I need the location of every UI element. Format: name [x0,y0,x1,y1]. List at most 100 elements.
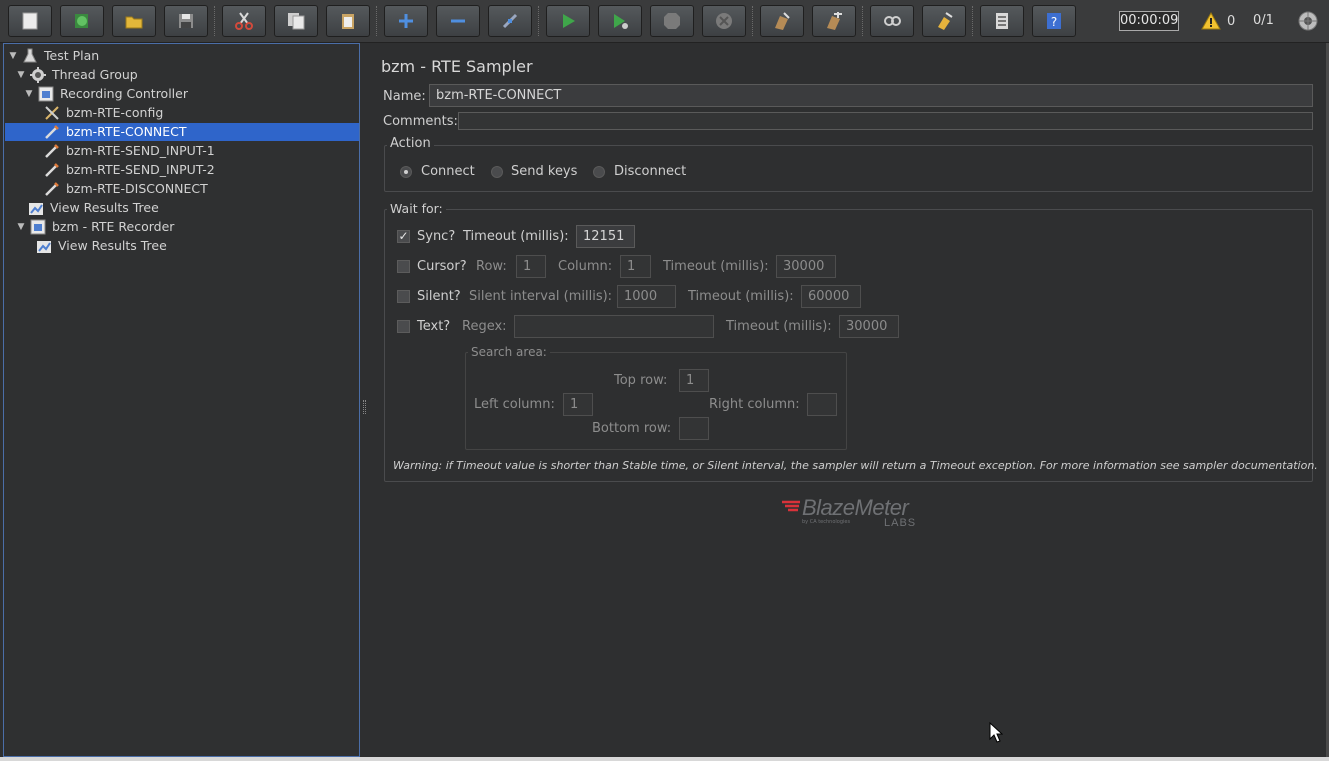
text-timeout-label: Timeout (millis): [726,319,832,334]
left-column-field[interactable]: 1 [563,393,593,416]
tree-node-view-results-tree[interactable]: View Results Tree [28,198,159,217]
toggle-button[interactable] [488,5,532,37]
send-keys-radio[interactable] [491,166,503,178]
tree-node-label: Thread Group [52,67,138,82]
name-field[interactable]: bzm-RTE-CONNECT [429,84,1313,107]
save-button[interactable] [164,5,208,37]
toolbar-separator [538,6,540,36]
silent-checkbox[interactable] [397,290,410,303]
top-row-field[interactable]: 1 [679,369,709,392]
sync-timeout-field[interactable]: 12151 [576,225,635,248]
tree-node-label: bzm-RTE-SEND_INPUT-1 [66,143,215,158]
copy-button[interactable] [274,5,318,37]
comments-field[interactable] [458,112,1313,130]
logo-sub-text: by CA technologies [802,519,851,525]
expand-icon [399,14,413,28]
reset-search-button[interactable] [922,5,966,37]
text-checkbox[interactable] [397,320,410,333]
elapsed-timer: 00:00:09 [1119,11,1179,31]
silent-timeout-label: Timeout (millis): [688,289,794,304]
warning-count: 0 [1227,13,1236,29]
sampler-pipette-icon [45,181,59,196]
templates-icon [75,14,88,28]
silent-interval-field[interactable]: 1000 [617,285,676,308]
templates-button[interactable] [60,5,104,37]
tree-node-test-plan[interactable]: ▼ Test Plan [8,46,99,65]
paste-icon [342,14,354,29]
cursor-timeout-field[interactable]: 30000 [776,255,836,278]
remote-globe-icon[interactable] [1297,10,1319,32]
tree-node-rte-config[interactable]: bzm-RTE-config [44,103,163,122]
copy-icon [288,13,305,30]
jmeter-window: ? 00:00:09 0 0/1 ▼ Test Plan ▼ Thread Gr… [0,0,1329,761]
search-button[interactable] [870,5,914,37]
tree-node-recording-controller[interactable]: ▼ Recording Controller [24,84,188,103]
connect-radio-label[interactable]: Connect [421,164,475,179]
tree-node-label: Recording Controller [60,86,188,101]
tree-node-view-results-tree-2[interactable]: View Results Tree [36,236,167,255]
collapse-toggle-icon[interactable]: ▼ [16,222,26,232]
expand-button[interactable] [384,5,428,37]
regex-label: Regex: [462,319,507,334]
disconnect-radio[interactable] [593,166,605,178]
tree-node-rte-send-input-1[interactable]: bzm-RTE-SEND_INPUT-1 [44,141,215,160]
tree-node-label: bzm - RTE Recorder [52,219,175,234]
silent-label[interactable]: Silent? [417,289,461,304]
bottom-row-field[interactable] [679,417,709,440]
controller-icon [38,86,54,101]
paste-button[interactable] [326,5,370,37]
cut-button[interactable] [222,5,266,37]
connect-radio[interactable] [400,166,412,178]
disconnect-radio-label[interactable]: Disconnect [614,164,686,179]
tree-node-label: bzm-RTE-CONNECT [66,124,187,139]
sync-checkbox[interactable]: ✓ [397,230,410,243]
cursor-timeout-label: Timeout (millis): [663,259,769,274]
silent-timeout-field[interactable]: 60000 [801,285,861,308]
tree-node-label: bzm-RTE-DISCONNECT [66,181,208,196]
collapse-icon [451,19,465,23]
comments-label: Comments: [383,114,458,129]
chart-icon [37,240,51,253]
collapse-button[interactable] [436,5,480,37]
text-timeout-field[interactable]: 30000 [839,315,899,338]
tree-node-rte-send-input-2[interactable]: bzm-RTE-SEND_INPUT-2 [44,160,215,179]
text-label[interactable]: Text? [417,319,450,334]
sync-label[interactable]: Sync? [417,229,455,244]
tree-node-label: View Results Tree [58,238,167,253]
active-threads: 0/1 [1253,13,1274,28]
tree-node-rte-recorder[interactable]: ▼ bzm - RTE Recorder [16,217,174,236]
function-helper-button[interactable] [980,5,1024,37]
shutdown-button[interactable] [702,5,746,37]
start-no-pauses-button[interactable] [598,5,642,37]
test-plan-tree[interactable]: ▼ Test Plan ▼ Thread Group ▼ Recording C… [3,43,360,757]
cursor-label[interactable]: Cursor? [417,259,467,274]
regex-field[interactable] [514,315,714,338]
collapse-toggle-icon[interactable]: ▼ [16,70,26,80]
start-button[interactable] [546,5,590,37]
stop-icon [664,13,680,29]
clear-all-button[interactable] [812,5,856,37]
warning-indicator[interactable]: 0 [1201,12,1235,30]
open-button[interactable] [112,5,156,37]
tree-node-rte-disconnect[interactable]: bzm-RTE-DISCONNECT [44,179,208,198]
clear-button[interactable] [760,5,804,37]
cursor-checkbox[interactable] [397,260,410,273]
start-no-pauses-icon [614,14,628,29]
cursor-column-field[interactable]: 1 [620,255,651,278]
collapse-toggle-icon[interactable]: ▼ [24,89,34,99]
sampler-editor: bzm - RTE Sampler Name: bzm-RTE-CONNECT … [370,43,1326,757]
stop-button[interactable] [650,5,694,37]
right-column-field[interactable] [807,393,837,416]
tree-node-rte-connect[interactable]: bzm-RTE-CONNECT [44,122,187,141]
splitter-grip[interactable] [363,400,366,414]
tree-node-thread-group[interactable]: ▼ Thread Group [16,65,138,84]
wait-for-group-title: Wait for: [387,201,446,216]
help-button[interactable]: ? [1032,5,1076,37]
controller-icon [30,219,46,234]
sampler-pipette-icon [45,143,59,158]
cursor-row-label: Row: [476,259,507,274]
collapse-toggle-icon[interactable]: ▼ [8,51,18,61]
new-button[interactable] [8,5,52,37]
send-keys-radio-label[interactable]: Send keys [511,164,577,179]
cursor-row-field[interactable]: 1 [516,255,546,278]
